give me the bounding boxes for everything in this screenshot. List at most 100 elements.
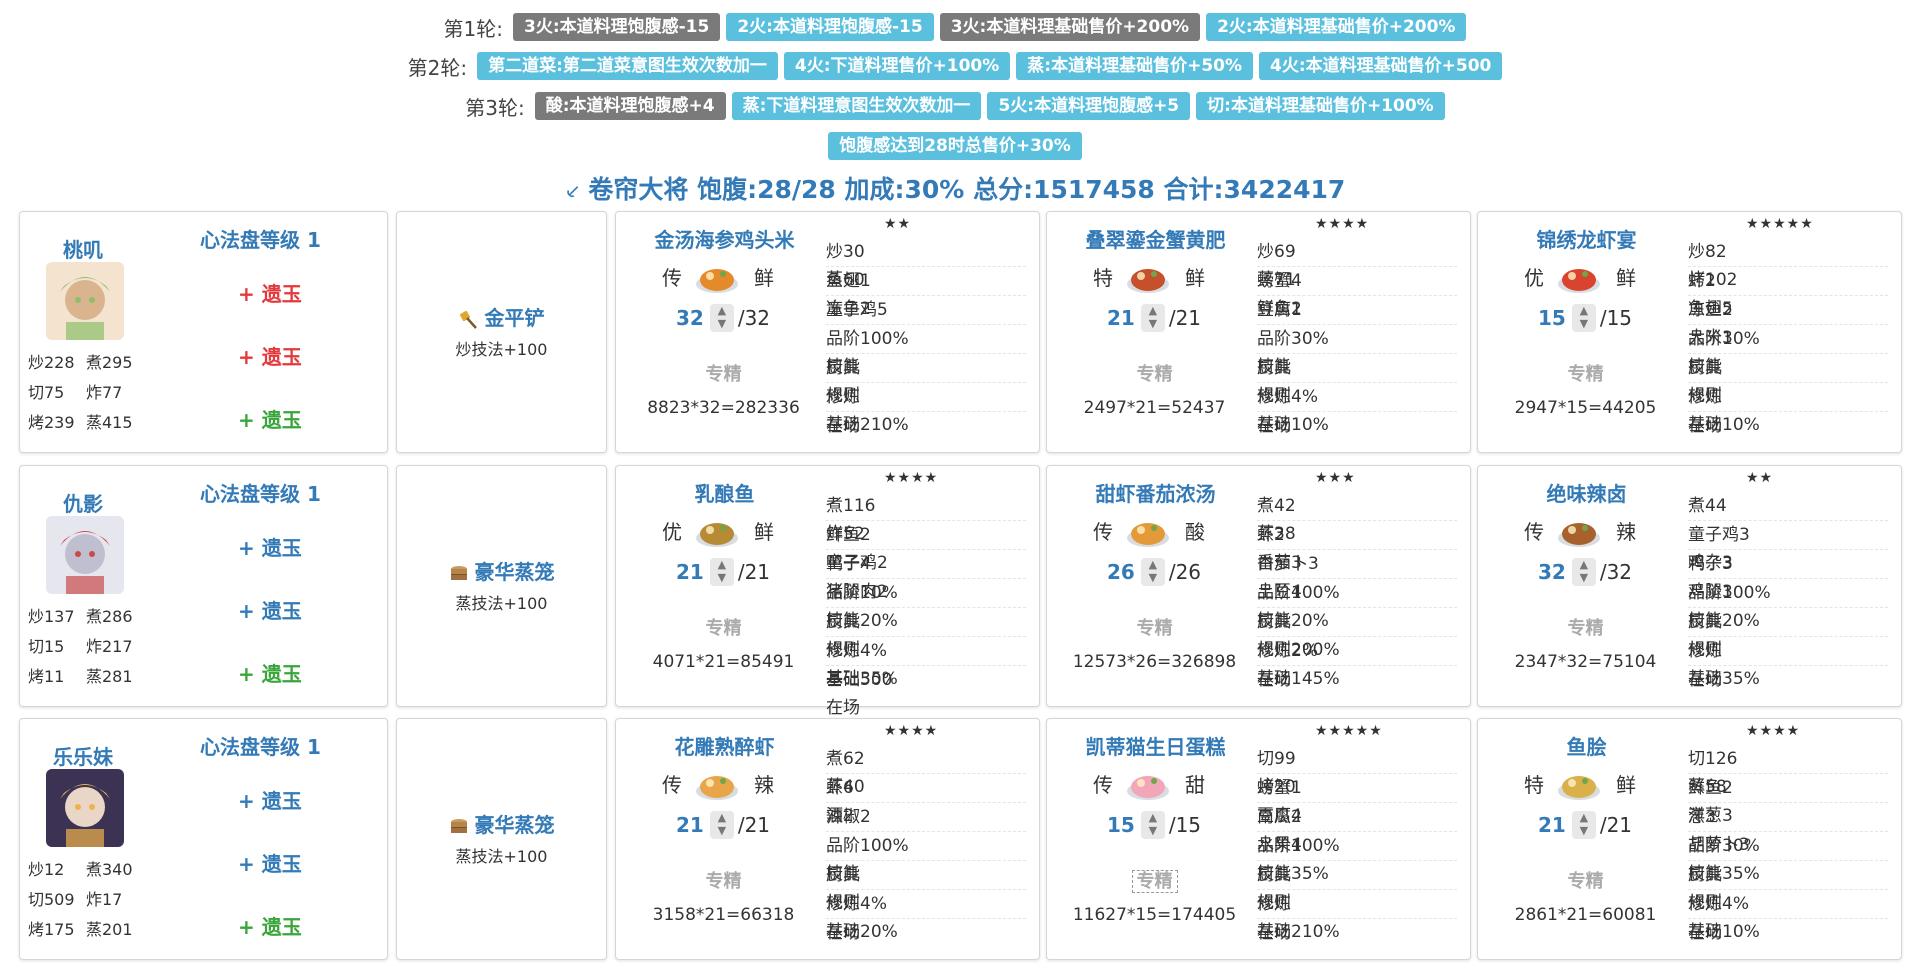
quantity-stepper[interactable]: 21 ▲ ▼/21 bbox=[676, 558, 770, 586]
quantity-value[interactable]: 32 bbox=[1538, 560, 1566, 584]
dish-card[interactable]: 叠翠鎏金蟹黄肥特 鲜 21 ▲ ▼/21 专精 2497*21=52437 ★★★★ 炒69蒸… bbox=[1046, 211, 1471, 453]
dish-card[interactable]: 甜虾番茄浓汤传 酸 26 ▲ ▼/26 专精 12573*26=326898 ★★★ 煮42蒸… bbox=[1046, 465, 1471, 707]
dish-name[interactable]: 叠翠鎏金蟹黄肥 bbox=[1053, 224, 1258, 253]
heart-level[interactable]: 心法盘等级 1 bbox=[200, 224, 321, 253]
spinner-arrows-icon[interactable]: ▲ ▼ bbox=[1571, 811, 1596, 839]
spinner-arrows-icon[interactable]: ▲ ▼ bbox=[709, 811, 734, 839]
spinner-arrows-icon[interactable]: ▲ ▼ bbox=[1140, 304, 1165, 332]
dish-name[interactable]: 绝味辣卤 bbox=[1484, 478, 1689, 507]
quantity-value[interactable]: 21 bbox=[1538, 813, 1566, 837]
dish-card[interactable]: 花雕熟醉虾传 辣 21 ▲ ▼/21 专精 3158*21=66318 ★★★★ 煮62蒸40… bbox=[615, 718, 1040, 960]
specialty-button[interactable]: 专精 bbox=[1047, 614, 1262, 640]
dish-name[interactable]: 金汤海参鸡头米 bbox=[622, 224, 827, 253]
requirement-value: 鸭子4 bbox=[826, 554, 871, 574]
requirement-value: 品阶100% bbox=[826, 836, 909, 856]
quantity-value[interactable]: 32 bbox=[676, 306, 704, 330]
effect-tag[interactable]: 酸:本道料理饱腹感+4 bbox=[534, 92, 726, 120]
add-jade-button[interactable]: + 遗玉 bbox=[238, 785, 302, 814]
effect-tag[interactable]: 蒸:下道料理意图生效次数加一 bbox=[731, 92, 982, 120]
quantity-value[interactable]: 15 bbox=[1107, 813, 1135, 837]
tool-name[interactable]: 豪华蒸笼 bbox=[397, 556, 606, 585]
tool-card[interactable]: 金平铲 炒技法+100 bbox=[396, 211, 607, 453]
dish-card[interactable]: 锦绣龙虾宴优 鲜 15 ▲ ▼/15 专精 2947*15=44205 ★★★★★ 炒82烤1… bbox=[1477, 211, 1902, 453]
requirement-value: 修炼4% bbox=[1257, 387, 1318, 407]
quantity-value[interactable]: 26 bbox=[1107, 560, 1135, 584]
star-rating: ★★★★★ bbox=[1315, 723, 1383, 739]
requirement-row: 在场 bbox=[1688, 666, 1888, 694]
quantity-stepper[interactable]: 21 ▲ ▼/21 bbox=[1538, 811, 1632, 839]
dish-card[interactable]: 乳酿鱼优 鲜 21 ▲ ▼/21 专精 4071*21=85491 ★★★★ 煮116炸52 鲜… bbox=[615, 465, 1040, 718]
tool-card[interactable]: 豪华蒸笼 蒸技法+100 bbox=[396, 465, 607, 707]
tool-card[interactable]: 豪华蒸笼 蒸技法+100 bbox=[396, 718, 607, 960]
effect-tag[interactable]: 切:本道料理基础售价+100% bbox=[1196, 92, 1445, 120]
add-jade-button[interactable]: + 遗玉 bbox=[238, 911, 302, 940]
effect-tag[interactable]: 3火:本道料理基础售价+200% bbox=[939, 13, 1201, 41]
requirement-value: 童子鸡5 bbox=[826, 300, 888, 320]
effect-tag[interactable]: 2火:本道料理饱腹感-15 bbox=[726, 13, 934, 41]
spinner-arrows-icon[interactable]: ▲ ▼ bbox=[1140, 558, 1165, 586]
quantity-stepper[interactable]: 15 ▲ ▼/15 bbox=[1538, 304, 1632, 332]
spinner-arrows-icon[interactable]: ▲ ▼ bbox=[709, 558, 734, 586]
effect-tag[interactable]: 5火:本道料理饱腹感+5 bbox=[987, 92, 1191, 120]
add-jade-button[interactable]: + 遗玉 bbox=[238, 341, 302, 370]
spinner-arrows-icon[interactable]: ▲ ▼ bbox=[1571, 304, 1596, 332]
spinner-arrows-icon[interactable]: ▲ ▼ bbox=[1140, 811, 1165, 839]
add-jade-button[interactable]: + 遗玉 bbox=[238, 278, 302, 307]
dish-card[interactable]: 金汤海参鸡头米传 鲜 32 ▲ ▼/32 专精 8823*32=282336 ★★ 炒30蒸6… bbox=[615, 211, 1040, 453]
quantity-stepper[interactable]: 15 ▲ ▼/15 bbox=[1107, 811, 1201, 839]
tool-name[interactable]: 豪华蒸笼 bbox=[397, 809, 606, 838]
dish-name[interactable]: 甜虾番茄浓汤 bbox=[1053, 478, 1258, 507]
dish-name[interactable]: 鱼脍 bbox=[1484, 731, 1689, 760]
spinner-arrows-icon[interactable]: ▲ ▼ bbox=[1571, 558, 1596, 586]
requirement-row: 修炼4%基础35% bbox=[826, 637, 1026, 689]
dish-name[interactable]: 凯蒂猫生日蛋糕 bbox=[1053, 731, 1258, 760]
requirement-row: 品阶10%技能20% bbox=[826, 579, 1026, 631]
quantity-value[interactable]: 21 bbox=[676, 560, 704, 584]
specialty-button[interactable]: 专精 bbox=[1478, 867, 1693, 893]
requirement-value: 在场 bbox=[1257, 923, 1291, 943]
effect-tag[interactable]: 第二道菜:第二道菜意图生效次数加一 bbox=[477, 52, 778, 80]
requirement-value: 厨具 bbox=[826, 612, 860, 632]
heart-level[interactable]: 心法盘等级 1 bbox=[200, 731, 321, 760]
tool-name[interactable]: 金平铲 bbox=[397, 302, 606, 331]
stat-row: 烤239 蒸415 bbox=[28, 408, 158, 438]
specialty-button[interactable]: 专精 bbox=[1478, 614, 1693, 640]
add-jade-button[interactable]: + 遗玉 bbox=[238, 848, 302, 877]
specialty-button[interactable]: 专精 bbox=[1478, 360, 1693, 386]
quantity-stepper[interactable]: 21 ▲ ▼/21 bbox=[1107, 304, 1201, 332]
dish-name[interactable]: 乳酿鱼 bbox=[622, 478, 827, 507]
dish-name[interactable]: 锦绣龙虾宴 bbox=[1484, 224, 1689, 253]
requirement-row: 修炼基础210% bbox=[1257, 890, 1457, 942]
quantity-value[interactable]: 15 bbox=[1538, 306, 1566, 330]
dish-card[interactable]: 绝味辣卤传 辣 32 ▲ ▼/32 专精 2347*32=75104 ★★ 煮44 童子鸡3鸡杂… bbox=[1477, 465, 1902, 707]
effect-tag[interactable]: 饱腹感达到28时总售价+30% bbox=[828, 132, 1082, 160]
specialty-button[interactable]: 专精 bbox=[1047, 867, 1262, 893]
add-jade-button[interactable]: + 遗玉 bbox=[238, 404, 302, 433]
dish-card[interactable]: 鱼脍特 鲜 21 ▲ ▼/21 专精 2861*21=60081 ★★★★ 切126蒸58 鲜鱼… bbox=[1477, 718, 1902, 960]
effect-tag[interactable]: 4火:下道料理售价+100% bbox=[783, 52, 1011, 80]
heart-level[interactable]: 心法盘等级 1 bbox=[200, 478, 321, 507]
requirement-value: 在场 bbox=[826, 923, 860, 943]
quantity-stepper[interactable]: 32 ▲ ▼/32 bbox=[676, 304, 770, 332]
quantity-stepper[interactable]: 21 ▲ ▼/21 bbox=[676, 811, 770, 839]
requirement-value: 煮42 bbox=[1257, 496, 1296, 516]
add-jade-button[interactable]: + 遗玉 bbox=[238, 532, 302, 561]
quantity-value[interactable]: 21 bbox=[676, 813, 704, 837]
effect-tag[interactable]: 2火:本道料理基础售价+200% bbox=[1206, 13, 1467, 41]
spinner-arrows-icon[interactable]: ▲ ▼ bbox=[709, 304, 734, 332]
specialty-button[interactable]: 专精 bbox=[616, 867, 831, 893]
dish-name[interactable]: 花雕熟醉虾 bbox=[622, 731, 827, 760]
specialty-button[interactable]: 专精 bbox=[1047, 360, 1262, 386]
requirement-row: 辣椒2 bbox=[826, 803, 1026, 832]
quantity-stepper[interactable]: 26 ▲ ▼/26 bbox=[1107, 558, 1201, 586]
add-jade-button[interactable]: + 遗玉 bbox=[238, 658, 302, 687]
dish-card[interactable]: 凯蒂猫生日蛋糕传 甜 15 ▲ ▼/15 专精 11627*15=174405 ★★★★★ 切… bbox=[1046, 718, 1471, 960]
add-jade-button[interactable]: + 遗玉 bbox=[238, 595, 302, 624]
effect-tag[interactable]: 3火:本道料理饱腹感-15 bbox=[513, 13, 721, 41]
specialty-button[interactable]: 专精 bbox=[616, 360, 831, 386]
quantity-stepper[interactable]: 32 ▲ ▼/32 bbox=[1538, 558, 1632, 586]
effect-tag[interactable]: 4火:本道料理基础售价+500 bbox=[1259, 52, 1503, 80]
effect-tag[interactable]: 蒸:本道料理基础售价+50% bbox=[1016, 52, 1254, 80]
specialty-button[interactable]: 专精 bbox=[616, 614, 831, 640]
quantity-value[interactable]: 21 bbox=[1107, 306, 1135, 330]
